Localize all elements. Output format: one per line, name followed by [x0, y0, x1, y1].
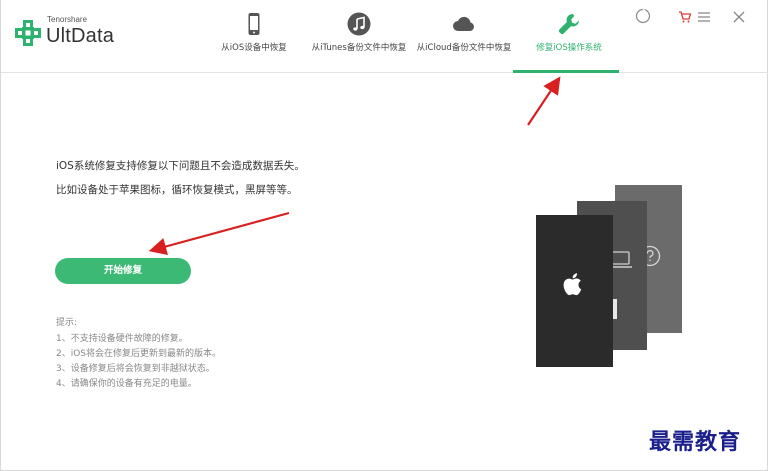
active-tab-indicator	[513, 70, 619, 73]
tip-item: 2、iOS将会在修复后更新到最新的版本。	[56, 349, 222, 359]
tip-item: 4、请确保你的设备有充足的电量。	[56, 379, 197, 389]
start-repair-button[interactable]: 开始修复	[55, 258, 191, 284]
app-logo: Tenorshare UltData	[13, 14, 183, 54]
apple-logo-icon	[563, 273, 582, 296]
arrow-to-repair-tab	[527, 76, 561, 126]
arrow-to-start-button	[148, 211, 290, 256]
tab-recover-from-icloud[interactable]: 从iCloud备份文件中恢复	[415, 0, 513, 73]
brand-company: Tenorshare	[47, 15, 88, 24]
repair-description-line2: 比如设备处于苹果图标，循环恢复模式，黑屏等等。	[56, 184, 298, 196]
cart-icon[interactable]	[678, 10, 692, 24]
cloud-icon	[453, 16, 474, 31]
apple-logo-panel	[536, 215, 613, 367]
close-icon[interactable]	[732, 10, 746, 24]
header-bar: Tenorshare UltData 从iOS设备中恢复 从iTunes备份文件…	[1, 0, 768, 73]
tab-label: 修复iOS操作系统	[536, 43, 602, 53]
tab-repair-ios-system[interactable]: 修复iOS操作系统	[521, 0, 617, 73]
watermark-text: 最需教育	[649, 429, 742, 455]
wrench-icon	[558, 14, 579, 35]
tip-item: 3、设备修复后将会恢复到非越狱状态。	[56, 364, 215, 374]
app-window: Tenorshare UltData 从iOS设备中恢复 从iTunes备份文件…	[0, 0, 768, 471]
brand-name: UltData	[46, 25, 115, 47]
tab-label: 从iOS设备中恢复	[221, 43, 287, 53]
tab-recover-from-itunes[interactable]: 从iTunes备份文件中恢复	[309, 0, 409, 73]
iphone-icon	[248, 13, 260, 35]
tab-label: 从iTunes备份文件中恢复	[311, 43, 407, 53]
refresh-icon[interactable]	[635, 8, 651, 24]
tab-label: 从iCloud备份文件中恢复	[416, 43, 512, 53]
tip-item: 1、不支持设备硬件故障的修复。	[56, 334, 188, 344]
menu-icon[interactable]	[697, 10, 711, 24]
tips-title: 提示:	[56, 318, 78, 328]
tab-recover-from-ios[interactable]: 从iOS设备中恢复	[209, 0, 299, 73]
music-note-icon	[347, 12, 371, 36]
repair-description-line1: iOS系统修复支持修复以下问题且不会造成数据丢失。	[56, 160, 305, 172]
logo-cross-icon	[15, 20, 41, 46]
